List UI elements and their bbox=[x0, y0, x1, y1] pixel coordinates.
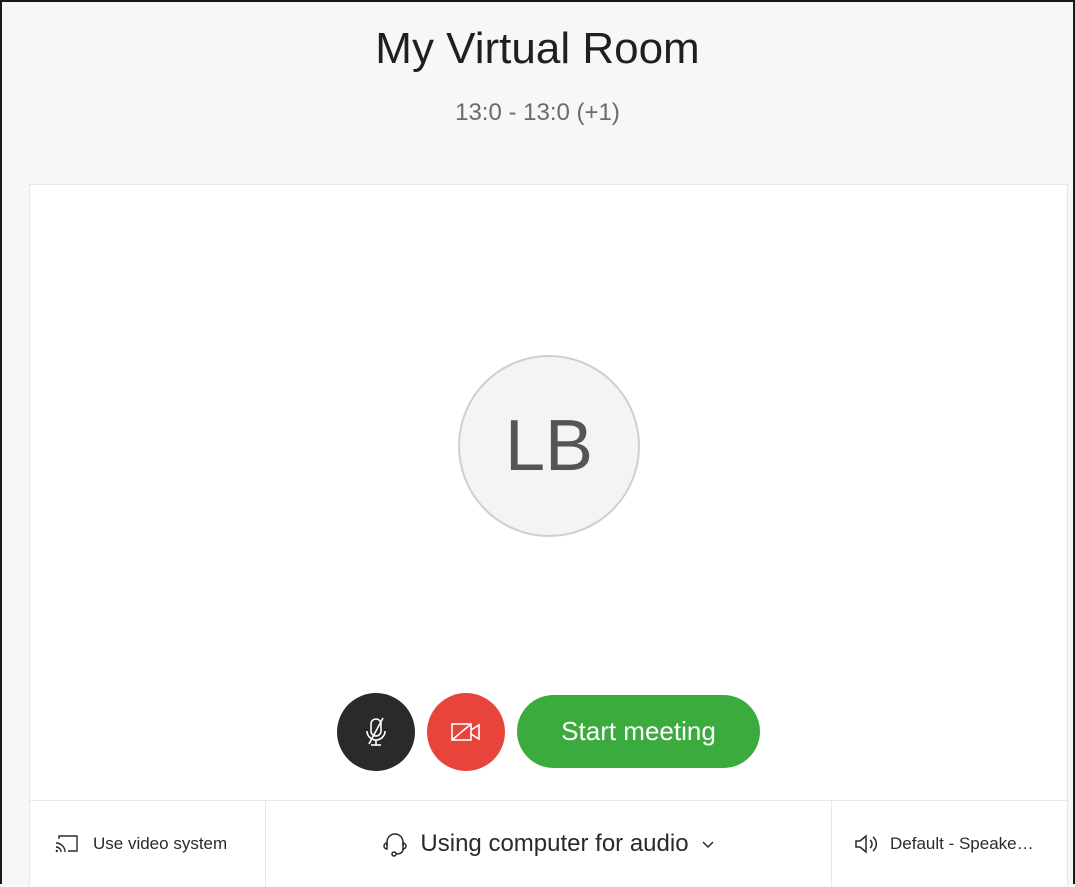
microphone-muted-icon bbox=[363, 716, 389, 748]
room-time: 13:0 - 13:0 (+1) bbox=[455, 99, 620, 126]
mute-button[interactable] bbox=[337, 693, 415, 771]
meeting-preview-window: My Virtual Room 13:0 - 13:0 (+1) LB Star… bbox=[0, 0, 1075, 887]
chevron-down-icon bbox=[701, 839, 715, 849]
start-meeting-button[interactable]: Start meeting bbox=[517, 695, 760, 768]
headset-icon bbox=[382, 831, 408, 857]
meeting-controls: Start meeting bbox=[30, 693, 1067, 771]
preview-panel: LB Start meeting Use video system Using … bbox=[29, 184, 1068, 887]
audio-connection-dropdown[interactable]: Using computer for audio bbox=[266, 801, 832, 887]
speaker-label: Default - Speake… bbox=[890, 834, 1034, 853]
video-off-icon bbox=[449, 720, 483, 744]
audio-connection-label: Using computer for audio bbox=[420, 830, 689, 857]
room-title: My Virtual Room bbox=[375, 24, 700, 73]
use-video-system-label: Use video system bbox=[93, 834, 228, 853]
bottom-bar: Use video system Using computer for audi… bbox=[30, 800, 1067, 887]
cast-icon bbox=[55, 835, 79, 853]
use-video-system-button[interactable]: Use video system bbox=[30, 801, 266, 887]
speaker-icon bbox=[854, 833, 880, 855]
avatar: LB bbox=[458, 355, 640, 537]
video-toggle-button[interactable] bbox=[427, 693, 505, 771]
speaker-selector[interactable]: Default - Speake… bbox=[832, 801, 1067, 887]
